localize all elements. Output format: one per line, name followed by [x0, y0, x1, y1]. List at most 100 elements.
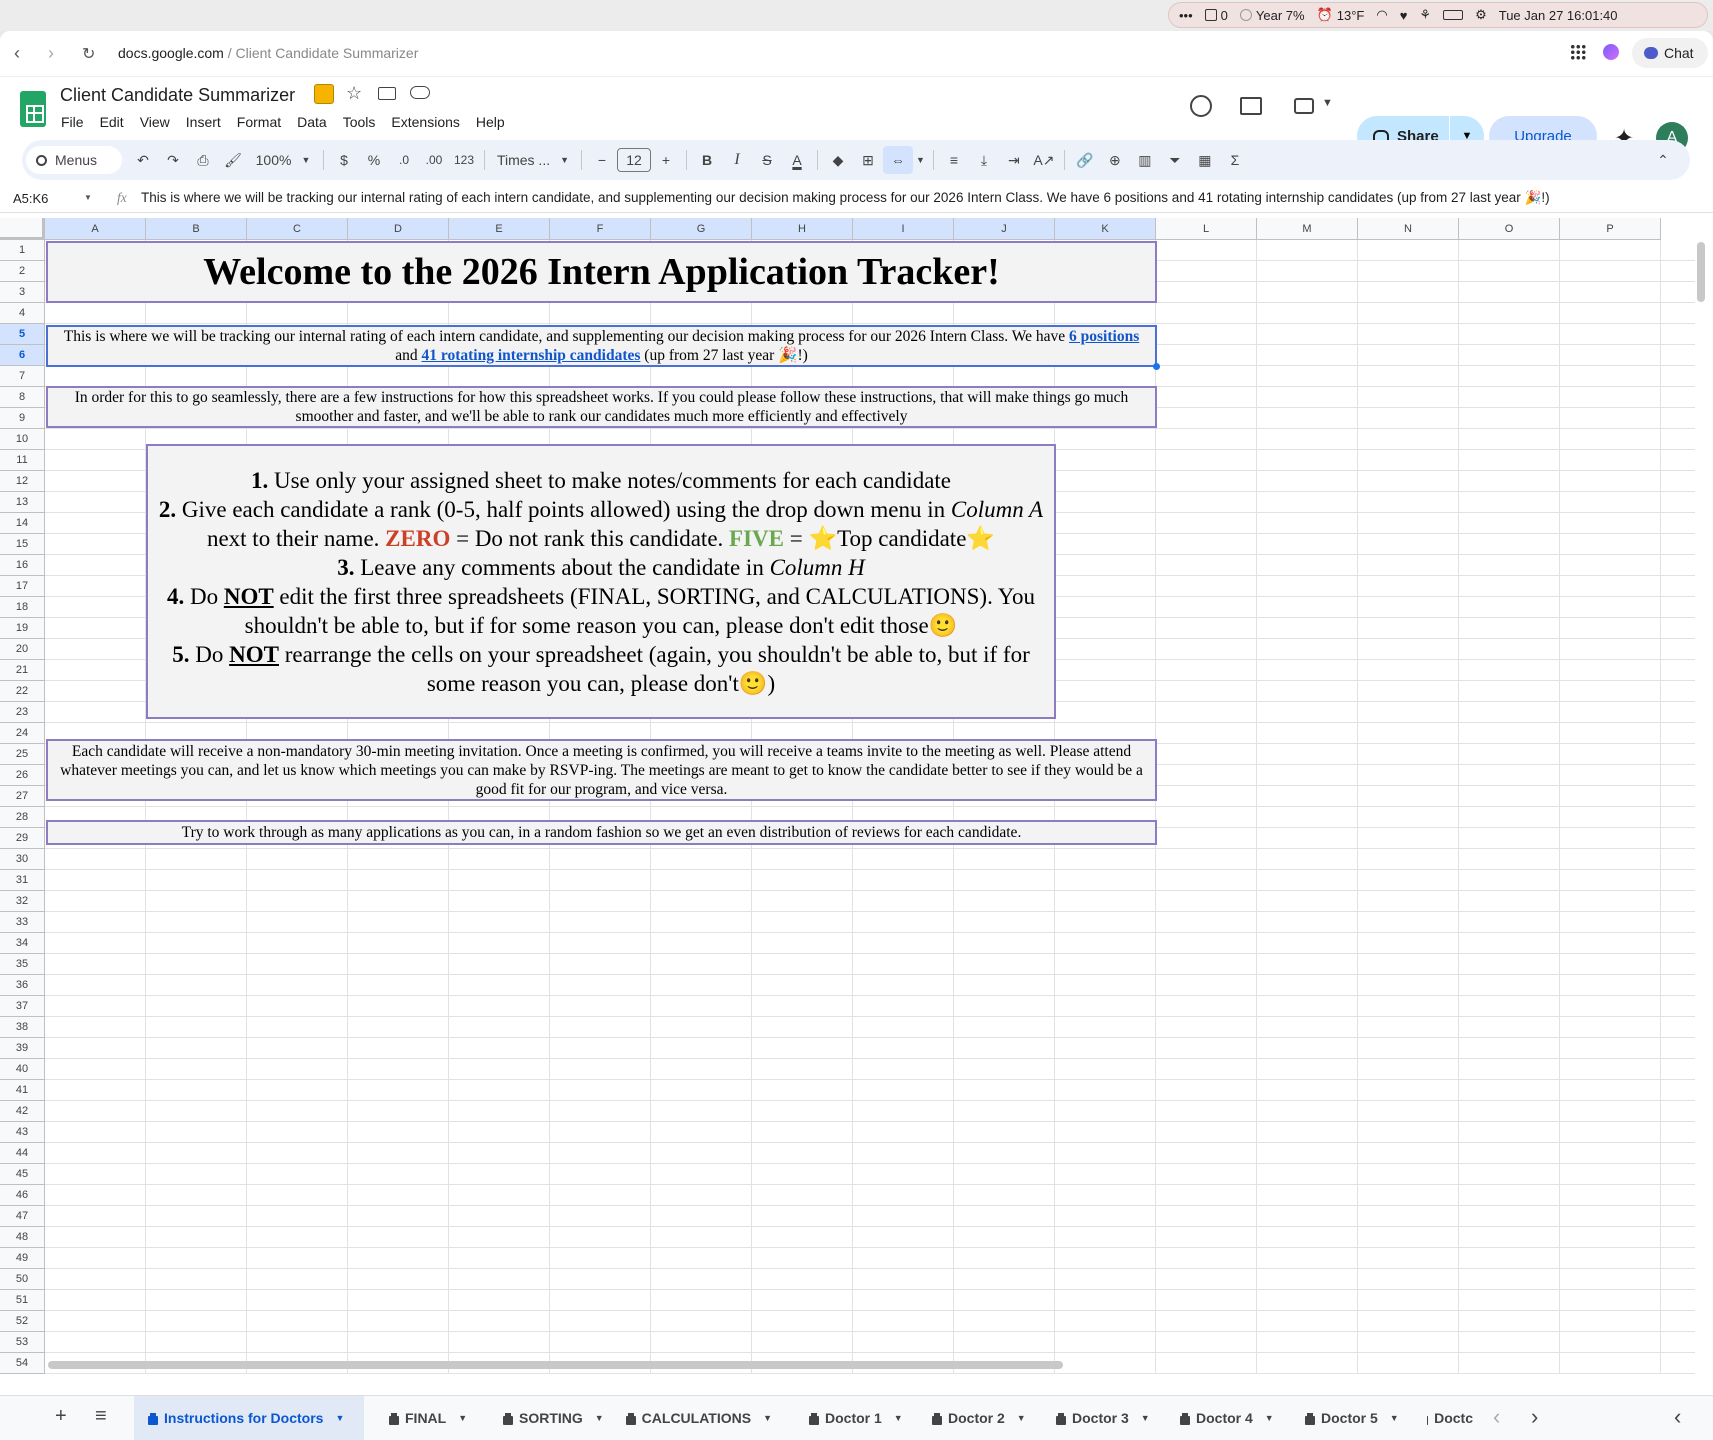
- row-header-2[interactable]: 2: [0, 261, 45, 282]
- sheet-tab[interactable]: Doctor 4 ▼: [1166, 1396, 1276, 1440]
- font-size-input[interactable]: 12: [617, 148, 651, 172]
- vertical-scrollbar[interactable]: [1697, 242, 1705, 302]
- column-header-p[interactable]: P: [1560, 218, 1661, 240]
- column-header-m[interactable]: M: [1257, 218, 1358, 240]
- column-header-i[interactable]: I: [853, 218, 954, 240]
- column-header-k[interactable]: K: [1055, 218, 1156, 240]
- menu-format[interactable]: Format: [237, 114, 281, 130]
- row-header-33[interactable]: 33: [0, 912, 45, 933]
- row-header-9[interactable]: 9: [0, 408, 45, 429]
- menu-tools[interactable]: Tools: [343, 114, 376, 130]
- column-header-d[interactable]: D: [348, 218, 449, 240]
- row-header-27[interactable]: 27: [0, 786, 45, 807]
- strikethrough-button[interactable]: S: [752, 146, 782, 174]
- extension-icon[interactable]: [1603, 44, 1619, 60]
- version-history-icon[interactable]: [1190, 95, 1212, 117]
- sheet-tab[interactable]: SORTING ▼: [489, 1396, 611, 1440]
- forward-icon[interactable]: ›: [48, 43, 54, 64]
- row-header-3[interactable]: 3: [0, 282, 45, 303]
- column-header-f[interactable]: F: [550, 218, 651, 240]
- undo-icon[interactable]: ↶: [128, 146, 158, 174]
- merge-dropdown-icon[interactable]: ▼: [913, 146, 928, 174]
- comments-icon[interactable]: [1240, 97, 1262, 115]
- row-header-51[interactable]: 51: [0, 1290, 45, 1311]
- redo-icon[interactable]: ↷: [158, 146, 188, 174]
- row-header-44[interactable]: 44: [0, 1143, 45, 1164]
- column-header-j[interactable]: J: [954, 218, 1055, 240]
- row-header-50[interactable]: 50: [0, 1269, 45, 1290]
- sheet-tab[interactable]: Instructions for Doctors ▼: [134, 1396, 364, 1440]
- row-header-35[interactable]: 35: [0, 954, 45, 975]
- row-header-13[interactable]: 13: [0, 492, 45, 513]
- sheet-tab[interactable]: Doctc: [1413, 1396, 1473, 1440]
- number-format-button[interactable]: 123: [449, 146, 479, 174]
- row-header-19[interactable]: 19: [0, 618, 45, 639]
- row-header-21[interactable]: 21: [0, 660, 45, 681]
- menu-insert[interactable]: Insert: [186, 114, 221, 130]
- row-header-12[interactable]: 12: [0, 471, 45, 492]
- sheet-tab[interactable]: Doctor 3 ▼: [1042, 1396, 1152, 1440]
- menu-extensions[interactable]: Extensions: [391, 114, 459, 130]
- scroll-tabs-left-icon[interactable]: ‹: [1493, 1404, 1500, 1430]
- chevron-down-icon[interactable]: ▼: [335, 1413, 344, 1423]
- row-header-47[interactable]: 47: [0, 1206, 45, 1227]
- row-header-22[interactable]: 22: [0, 681, 45, 702]
- vertical-align-icon[interactable]: ⤓: [969, 146, 999, 174]
- all-sheets-icon[interactable]: ≡: [95, 1405, 107, 1428]
- paint-format-icon[interactable]: 🖌: [218, 146, 248, 174]
- row-header-17[interactable]: 17: [0, 576, 45, 597]
- zoom-select[interactable]: 100% ▼: [248, 146, 318, 174]
- chat-button[interactable]: Chat: [1632, 38, 1708, 68]
- row-header-14[interactable]: 14: [0, 513, 45, 534]
- increase-decimal-button[interactable]: .00: [419, 146, 449, 174]
- row-header-46[interactable]: 46: [0, 1185, 45, 1206]
- menu-edit[interactable]: Edit: [100, 114, 124, 130]
- menus-search[interactable]: Menus: [26, 146, 122, 174]
- sheet-tab[interactable]: Doctor 2 ▼: [918, 1396, 1028, 1440]
- scroll-tabs-right-icon[interactable]: ›: [1531, 1404, 1538, 1430]
- row-header-53[interactable]: 53: [0, 1332, 45, 1353]
- chevron-down-icon[interactable]: ▼: [1390, 1413, 1399, 1423]
- decrease-decimal-button[interactable]: .0: [389, 146, 419, 174]
- row-header-1[interactable]: 1: [0, 240, 45, 261]
- row-header-8[interactable]: 8: [0, 387, 45, 408]
- closing-cell[interactable]: Try to work through as many applications…: [46, 820, 1157, 845]
- row-header-34[interactable]: 34: [0, 933, 45, 954]
- cloud-status-icon[interactable]: [410, 86, 430, 99]
- insert-link-icon[interactable]: 🔗: [1070, 146, 1100, 174]
- formula-content[interactable]: This is where we will be tracking our in…: [141, 190, 1550, 206]
- row-header-30[interactable]: 30: [0, 849, 45, 870]
- steps-cell[interactable]: 1. Use only your assigned sheet to make …: [146, 444, 1056, 719]
- row-header-20[interactable]: 20: [0, 639, 45, 660]
- row-header-15[interactable]: 15: [0, 534, 45, 555]
- reload-icon[interactable]: ↻: [82, 44, 95, 64]
- move-folder-icon[interactable]: [378, 87, 396, 100]
- row-header-28[interactable]: 28: [0, 807, 45, 828]
- currency-format-button[interactable]: $: [329, 146, 359, 174]
- row-header-38[interactable]: 38: [0, 1017, 45, 1038]
- chevron-down-icon[interactable]: ▼: [1017, 1413, 1026, 1423]
- side-panel-toggle-icon[interactable]: ‹: [1674, 1404, 1681, 1430]
- horizontal-scrollbar[interactable]: [48, 1361, 1063, 1369]
- title-cell[interactable]: Welcome to the 2026 Intern Application T…: [46, 241, 1157, 303]
- text-wrapping-icon[interactable]: ⇥: [999, 146, 1029, 174]
- row-header-25[interactable]: 25: [0, 744, 45, 765]
- column-header-l[interactable]: L: [1156, 218, 1257, 240]
- insert-chart-icon[interactable]: ▥: [1130, 146, 1160, 174]
- candidates-link[interactable]: 41 rotating internship candidates: [422, 347, 641, 364]
- percent-format-button[interactable]: %: [359, 146, 389, 174]
- row-header-16[interactable]: 16: [0, 555, 45, 576]
- meet-icon[interactable]: [1294, 98, 1314, 114]
- italic-button[interactable]: I: [722, 146, 752, 174]
- name-box[interactable]: A5:K6: [13, 191, 48, 206]
- column-header-c[interactable]: C: [247, 218, 348, 240]
- font-select[interactable]: Times ... ▼: [490, 146, 576, 174]
- row-header-4[interactable]: 4: [0, 303, 45, 324]
- add-sheet-icon[interactable]: +: [55, 1405, 67, 1428]
- row-header-40[interactable]: 40: [0, 1059, 45, 1080]
- row-header-48[interactable]: 48: [0, 1227, 45, 1248]
- insert-comment-icon[interactable]: ⊕: [1100, 146, 1130, 174]
- text-color-button[interactable]: A: [782, 146, 812, 174]
- battery-icon[interactable]: [1443, 10, 1464, 20]
- column-header-h[interactable]: H: [752, 218, 853, 240]
